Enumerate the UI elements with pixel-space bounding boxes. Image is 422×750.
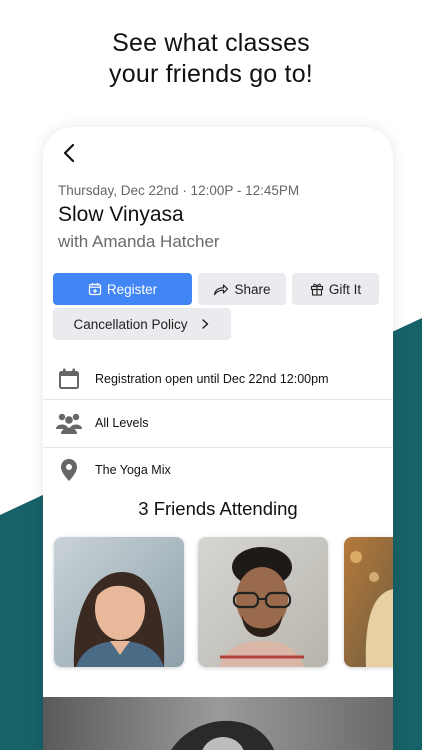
class-instructor: with Amanda Hatcher bbox=[58, 232, 220, 251]
info-row-location[interactable]: The Yoga Mix bbox=[43, 447, 393, 493]
location-pin-icon bbox=[61, 459, 77, 481]
cancellation-policy-button[interactable]: Cancellation Policy bbox=[53, 308, 231, 340]
class-datetime: Thursday, Dec 22nd · 12:00P - 12:45PM bbox=[58, 183, 300, 198]
share-label: Share bbox=[234, 281, 271, 297]
friend-avatar-2[interactable] bbox=[198, 537, 328, 667]
levels-text: All Levels bbox=[95, 416, 149, 430]
class-title: Slow Vinyasa bbox=[58, 203, 184, 226]
location-text: The Yoga Mix bbox=[95, 463, 171, 477]
gift-label: Gift It bbox=[328, 281, 362, 297]
friend-avatar-3[interactable] bbox=[344, 537, 393, 667]
instructor-photo bbox=[43, 697, 393, 750]
promo-line-1: See what classes bbox=[112, 29, 310, 57]
calendar-plus-icon bbox=[88, 283, 102, 296]
info-row-levels: All Levels bbox=[43, 400, 393, 446]
info-row-registration: Registration open until Dec 22nd 12:00pm bbox=[43, 356, 393, 402]
people-group-icon bbox=[56, 413, 82, 434]
cancellation-policy-label: Cancellation Policy bbox=[73, 316, 188, 332]
chevron-left-icon bbox=[63, 143, 75, 163]
register-button[interactable]: Register bbox=[53, 273, 192, 305]
friends-attending-heading: 3 Friends Attending bbox=[138, 498, 298, 519]
gift-button[interactable]: Gift It bbox=[292, 273, 379, 305]
back-button[interactable] bbox=[61, 142, 77, 164]
share-arrow-icon bbox=[214, 283, 229, 295]
registration-text: Registration open until Dec 22nd 12:00pm bbox=[95, 372, 329, 386]
share-button[interactable]: Share bbox=[198, 273, 286, 305]
friend-avatar-1[interactable] bbox=[54, 537, 184, 667]
chevron-right-icon bbox=[201, 319, 208, 329]
phone-screen: Thursday, Dec 22nd · 12:00P - 12:45PM Sl… bbox=[43, 127, 393, 750]
gift-icon bbox=[310, 283, 323, 296]
promo-headline: See what classes your friends go to! bbox=[0, 28, 422, 90]
calendar-icon bbox=[59, 368, 79, 389]
promo-line-2: your friends go to! bbox=[109, 60, 313, 88]
register-label: Register bbox=[106, 281, 158, 297]
